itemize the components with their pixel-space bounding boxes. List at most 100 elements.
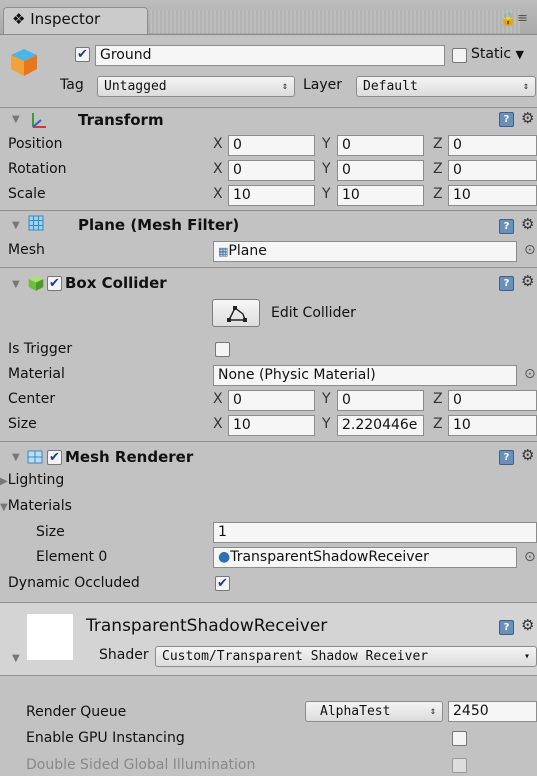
axis-label[interactable]: Y bbox=[322, 391, 334, 407]
axis-label[interactable]: Z bbox=[433, 416, 445, 432]
help-icon[interactable]: ? bbox=[499, 112, 514, 127]
size-x-field[interactable]: 10 bbox=[228, 415, 315, 436]
gear-icon[interactable]: ⚙ bbox=[521, 618, 534, 633]
materials-size-label: Size bbox=[36, 524, 65, 540]
materials-size-field[interactable]: 1 bbox=[213, 522, 537, 543]
mesh-renderer-enabled-checkbox[interactable]: ✔ bbox=[47, 450, 62, 465]
static-checkbox[interactable] bbox=[452, 48, 467, 63]
element0-field[interactable]: ●TransparentShadowReceiver bbox=[213, 547, 517, 568]
help-icon[interactable]: ? bbox=[499, 450, 514, 465]
shader-dropdown[interactable]: Custom/Transparent Shadow Receiver ▾ bbox=[155, 646, 537, 667]
scale-y-field[interactable]: 10 bbox=[337, 185, 424, 206]
position-z-field[interactable]: 0 bbox=[448, 135, 537, 156]
center-x-field[interactable]: 0 bbox=[228, 390, 315, 411]
layer-label: Layer bbox=[303, 77, 343, 93]
rotation-y-field[interactable]: 0 bbox=[337, 160, 424, 181]
object-picker-icon[interactable]: ⊙ bbox=[524, 549, 536, 565]
box-collider-enabled-checkbox[interactable]: ✔ bbox=[47, 276, 62, 291]
axis-label[interactable]: Z bbox=[433, 136, 445, 152]
mesh-label: Mesh bbox=[8, 242, 45, 258]
axis-label[interactable]: X bbox=[213, 391, 225, 407]
foldout-arrow[interactable]: ▼ bbox=[12, 653, 20, 664]
axis-label[interactable]: Y bbox=[322, 136, 334, 152]
mesh-renderer-title[interactable]: Mesh Renderer bbox=[65, 448, 193, 466]
object-picker-icon[interactable]: ⊙ bbox=[524, 242, 536, 258]
foldout-arrow[interactable]: ▼ bbox=[12, 114, 20, 125]
transform-icon bbox=[29, 111, 46, 128]
axis-label[interactable]: Y bbox=[322, 186, 334, 202]
is-trigger-checkbox[interactable] bbox=[215, 342, 230, 357]
foldout-arrow[interactable]: ▼ bbox=[12, 220, 20, 231]
position-y-field[interactable]: 0 bbox=[337, 135, 424, 156]
rotation-label: Rotation bbox=[8, 161, 67, 177]
material-preview-thumbnail bbox=[27, 614, 73, 660]
rotation-z-field[interactable]: 0 bbox=[448, 160, 537, 181]
object-picker-icon[interactable]: ⊙ bbox=[524, 366, 536, 382]
scale-x-field[interactable]: 10 bbox=[228, 185, 315, 206]
tag-label: Tag bbox=[60, 77, 84, 93]
static-label[interactable]: Static ▼ bbox=[471, 46, 524, 62]
help-icon[interactable]: ? bbox=[499, 219, 514, 234]
active-checkbox[interactable]: ✔ bbox=[75, 47, 90, 62]
size-label: Size bbox=[8, 416, 37, 432]
lighting-foldout[interactable]: ▶Lighting bbox=[0, 472, 64, 488]
axis-label[interactable]: Z bbox=[433, 186, 445, 202]
layer-dropdown[interactable]: Default ⇕ bbox=[356, 76, 536, 97]
grid-icon bbox=[28, 215, 44, 231]
box-collider-title[interactable]: Box Collider bbox=[65, 274, 167, 292]
gear-icon[interactable]: ⚙ bbox=[521, 448, 534, 463]
edit-collider-icon bbox=[227, 306, 247, 322]
scale-z-field[interactable]: 10 bbox=[448, 185, 537, 206]
axis-label[interactable]: Y bbox=[322, 161, 334, 177]
tabbar-background bbox=[150, 9, 520, 33]
shader-label: Shader bbox=[99, 647, 149, 663]
center-y-field[interactable]: 0 bbox=[337, 390, 424, 411]
axis-label[interactable]: X bbox=[213, 161, 225, 177]
gear-icon[interactable]: ⚙ bbox=[521, 111, 534, 126]
gameobject-icon bbox=[8, 46, 40, 78]
inspector-tab[interactable]: ❖ Inspector bbox=[3, 7, 148, 34]
chevron-down-icon: ▼ bbox=[515, 48, 524, 61]
material-sphere-icon: ● bbox=[218, 549, 231, 565]
info-icon: ❖ bbox=[12, 10, 26, 28]
dynamic-occluded-checkbox[interactable]: ✔ bbox=[215, 576, 230, 591]
material-label: Material bbox=[8, 366, 65, 382]
axis-label[interactable]: X bbox=[213, 136, 225, 152]
separator bbox=[0, 210, 537, 211]
edit-collider-button[interactable] bbox=[212, 299, 260, 327]
separator bbox=[0, 441, 537, 442]
axis-label[interactable]: Z bbox=[433, 161, 445, 177]
gear-icon[interactable]: ⚙ bbox=[521, 274, 534, 289]
help-icon[interactable]: ? bbox=[499, 276, 514, 291]
mesh-field[interactable]: ▦Plane bbox=[213, 241, 517, 262]
gpu-instancing-checkbox[interactable] bbox=[452, 731, 467, 746]
position-label: Position bbox=[8, 136, 63, 152]
axis-label[interactable]: Z bbox=[433, 391, 445, 407]
tag-dropdown[interactable]: Untagged ⇕ bbox=[97, 76, 295, 97]
render-queue-field[interactable]: 2450 bbox=[448, 701, 537, 722]
center-z-field[interactable]: 0 bbox=[448, 390, 537, 411]
mesh-filter-title[interactable]: Plane (Mesh Filter) bbox=[78, 216, 239, 234]
position-x-field[interactable]: 0 bbox=[228, 135, 315, 156]
render-queue-dropdown[interactable]: AlphaTest ⇕ bbox=[305, 701, 443, 722]
axis-label[interactable]: Y bbox=[322, 416, 334, 432]
cube-icon bbox=[27, 274, 44, 291]
physic-material-field[interactable]: None (Physic Material) bbox=[213, 365, 517, 386]
gear-icon[interactable]: ⚙ bbox=[521, 217, 534, 232]
chevron-down-icon: ▼ bbox=[0, 502, 8, 513]
axis-label[interactable]: X bbox=[213, 186, 225, 202]
double-sided-gi-checkbox[interactable] bbox=[452, 758, 467, 773]
object-name-field[interactable]: Ground bbox=[95, 45, 445, 66]
transform-title[interactable]: Transform bbox=[78, 111, 164, 129]
rotation-x-field[interactable]: 0 bbox=[228, 160, 315, 181]
menu-icon[interactable]: ≡ bbox=[517, 11, 528, 26]
size-z-field[interactable]: 10 bbox=[448, 415, 537, 436]
lock-icon[interactable]: 🔒 bbox=[500, 12, 516, 27]
size-y-field[interactable]: 2.220446e bbox=[337, 415, 424, 436]
axis-label[interactable]: X bbox=[213, 416, 225, 432]
mesh-renderer-icon bbox=[27, 448, 43, 464]
materials-foldout[interactable]: ▼Materials bbox=[0, 498, 72, 514]
foldout-arrow[interactable]: ▼ bbox=[12, 279, 20, 290]
help-icon[interactable]: ? bbox=[499, 620, 514, 635]
foldout-arrow[interactable]: ▼ bbox=[12, 452, 20, 463]
